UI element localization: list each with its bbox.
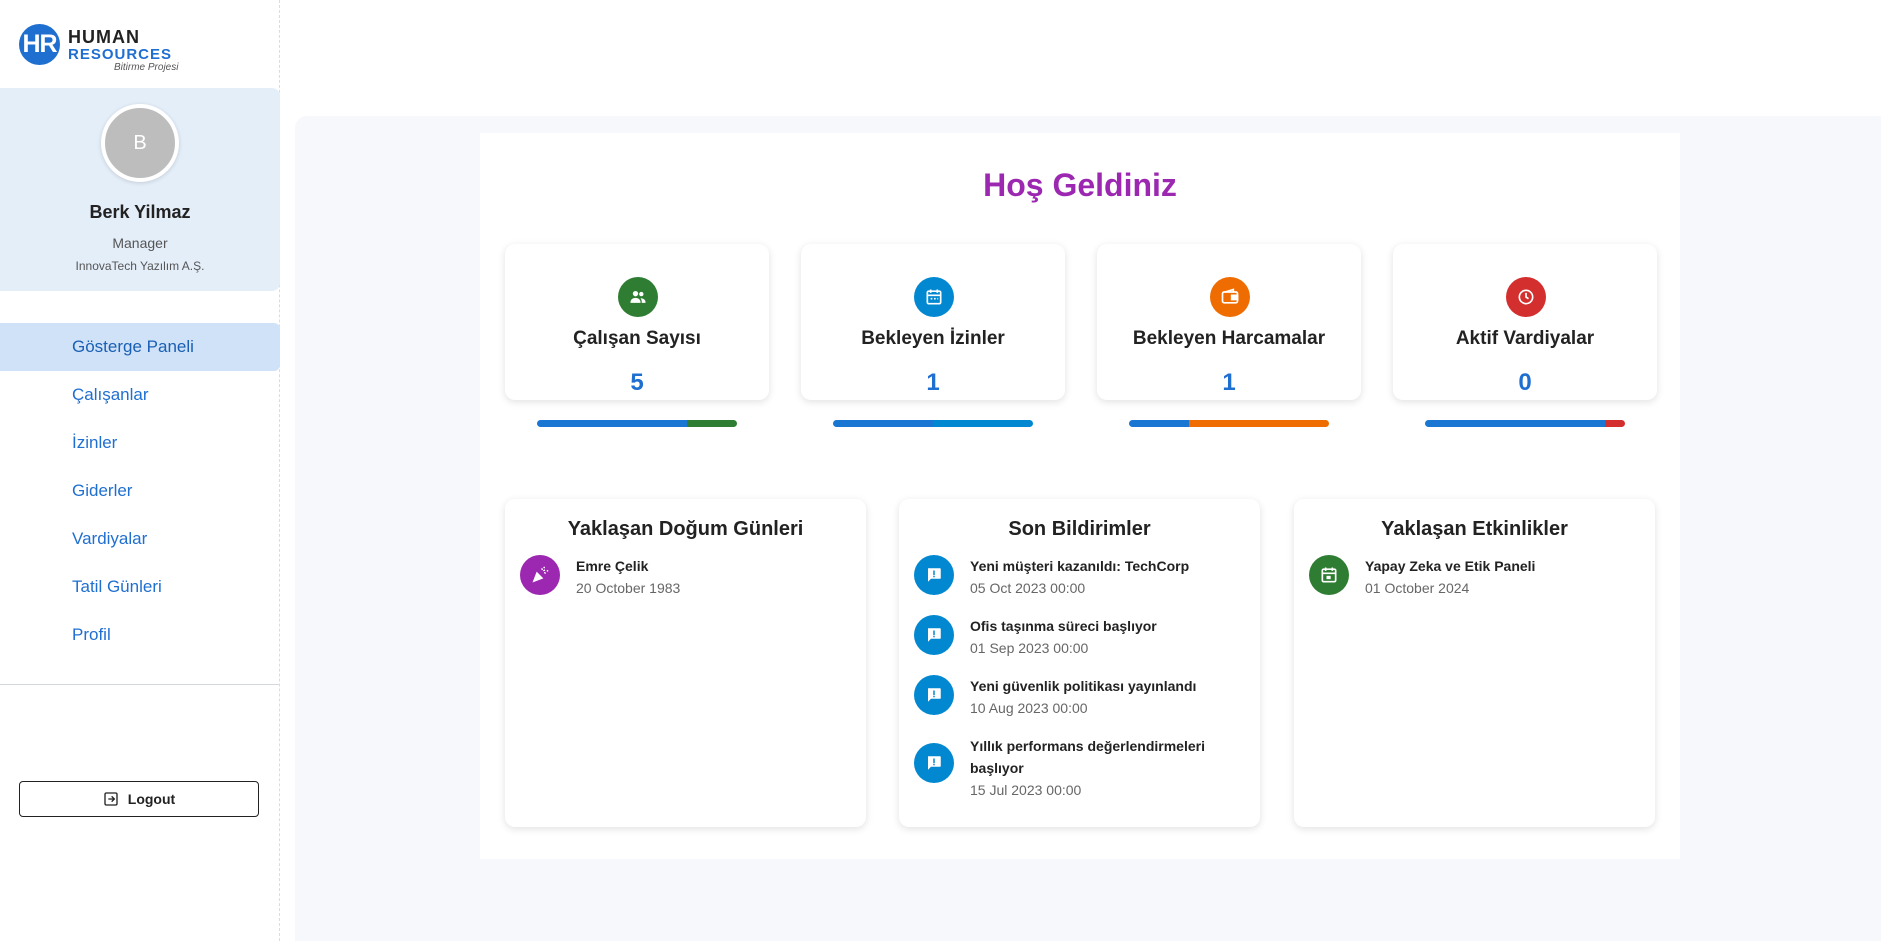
event-date: 01 October 2024 — [1365, 580, 1470, 596]
stat-progress-bar — [1425, 420, 1625, 427]
list-item[interactable]: Emre Çelik 20 October 1983 — [520, 555, 850, 599]
sidebar-item-shifts[interactable]: Vardiyalar — [0, 515, 280, 563]
brand-logo[interactable]: HR HUMAN RESOURCES Bitirme Projesi — [19, 22, 219, 74]
notification-date: 15 Jul 2023 00:00 — [970, 782, 1082, 798]
profile-name: Berk Yilmaz — [89, 202, 191, 222]
notification-date: 05 Oct 2023 00:00 — [970, 580, 1086, 596]
logout-icon — [104, 792, 118, 806]
stat-card-employees[interactable]: Çalışan Sayısı 5 — [505, 244, 769, 427]
event-icon — [1309, 555, 1349, 595]
notification-date: 01 Sep 2023 00:00 — [970, 640, 1089, 656]
notification-item[interactable]: Yeni müşteri kazanıldı: TechCorp 05 Oct … — [914, 555, 1244, 599]
events-title: Yaklaşan Etkinlikler — [1381, 518, 1568, 540]
sidebar-item-expenses[interactable]: Giderler — [0, 467, 280, 515]
celebration-icon — [520, 555, 560, 595]
stat-title: Aktif Vardiyalar — [1455, 328, 1595, 349]
calendar-icon — [914, 277, 954, 317]
clock-icon — [1506, 277, 1546, 317]
event-title: Yapay Zeka ve Etik Paneli — [1365, 558, 1536, 574]
birthday-name: Emre Çelik — [576, 558, 649, 574]
announcement-icon — [914, 555, 954, 595]
profile-card: B Berk Yilmaz Manager InnovaTech Yazılım… — [0, 88, 280, 291]
stat-title: Çalışan Sayısı — [573, 328, 701, 349]
notification-title: Yeni müşteri kazanıldı: TechCorp — [970, 558, 1190, 574]
wallet-icon — [1210, 277, 1250, 317]
notification-title: Ofis taşınma süreci başlıyor — [970, 618, 1157, 634]
sidebar-nav: Gösterge Paneli Çalışanlar İzinler Gider… — [0, 323, 280, 659]
people-icon — [618, 277, 658, 317]
stat-progress-bar — [1129, 420, 1329, 427]
notification-item[interactable]: Yıllık performans değerlendirmeleri başl… — [914, 735, 1244, 801]
sidebar-item-employees[interactable]: Çalışanlar — [0, 371, 280, 419]
notification-item[interactable]: Ofis taşınma süreci başlıyor 01 Sep 2023… — [914, 615, 1244, 659]
page-title: Hoş Geldiniz — [983, 167, 1177, 203]
sidebar-item-profile[interactable]: Profil — [0, 611, 280, 659]
sidebar-item-leaves[interactable]: İzinler — [0, 419, 280, 467]
stat-card-active-shifts[interactable]: Aktif Vardiyalar 0 — [1393, 244, 1657, 427]
stat-value: 5 — [630, 369, 644, 396]
notification-date: 10 Aug 2023 00:00 — [970, 700, 1088, 716]
stat-title: Bekleyen Harcamalar — [1132, 328, 1326, 349]
notification-item[interactable]: Yeni güvenlik politikası yayınlandı 10 A… — [914, 675, 1244, 719]
notification-title: Yeni güvenlik politikası yayınlandı — [970, 678, 1197, 694]
stat-card-pending-leaves[interactable]: Bekleyen İzinler 1 — [801, 244, 1065, 427]
events-card: Yaklaşan Etkinlikler Yapay Zeka ve Etik … — [1294, 499, 1655, 827]
stat-value: 0 — [1518, 369, 1532, 396]
app-root: HR HUMAN RESOURCES Bitirme Projesi B Ber… — [0, 0, 1881, 941]
sidebar: HR HUMAN RESOURCES Bitirme Projesi B Ber… — [0, 0, 280, 941]
stat-progress-bar — [833, 420, 1033, 427]
birthdays-card: Yaklaşan Doğum Günleri Emre Çelik 20 Oct… — [505, 499, 866, 827]
avatar[interactable]: B — [101, 104, 179, 182]
stat-value: 1 — [926, 369, 940, 396]
dashboard-panel: Hoş Geldiniz Çalışan Sayısı 5 Bekleyen İ… — [480, 133, 1680, 859]
announcement-icon — [914, 743, 954, 783]
announcement-icon — [914, 675, 954, 715]
notification-title: Yıllık performans değerlendirmeleri başl… — [970, 738, 1205, 776]
stat-progress-bar — [537, 420, 737, 427]
sidebar-item-dashboard[interactable]: Gösterge Paneli — [0, 323, 280, 371]
stat-title: Bekleyen İzinler — [861, 328, 1005, 349]
logout-label: Logout — [127, 791, 176, 807]
brand-tagline: Bitirme Projesi — [114, 62, 179, 73]
announcement-icon — [914, 615, 954, 655]
sidebar-divider — [0, 684, 279, 685]
event-item[interactable]: Yapay Zeka ve Etik Paneli 01 October 202… — [1309, 555, 1639, 599]
brand-line-2: RESOURCES — [68, 46, 173, 63]
sidebar-item-holidays[interactable]: Tatil Günleri — [0, 563, 280, 611]
notifications-card: Son Bildirimler Yeni müşteri kazanıldı: … — [899, 499, 1260, 827]
birthdays-title: Yaklaşan Doğum Günleri — [567, 518, 804, 540]
profile-role: Manager — [112, 235, 168, 251]
logout-button[interactable]: Logout — [19, 781, 259, 817]
stat-card-pending-expenses[interactable]: Bekleyen Harcamalar 1 — [1097, 244, 1361, 427]
notifications-title: Son Bildirimler — [1008, 518, 1151, 540]
stat-value: 1 — [1222, 369, 1236, 396]
brand-line-1: HUMAN — [68, 27, 140, 47]
birthday-date: 20 October 1983 — [576, 580, 681, 596]
profile-company: InnovaTech Yazılım A.Ş. — [75, 259, 205, 273]
hr-logo-badge: HR — [19, 24, 60, 65]
